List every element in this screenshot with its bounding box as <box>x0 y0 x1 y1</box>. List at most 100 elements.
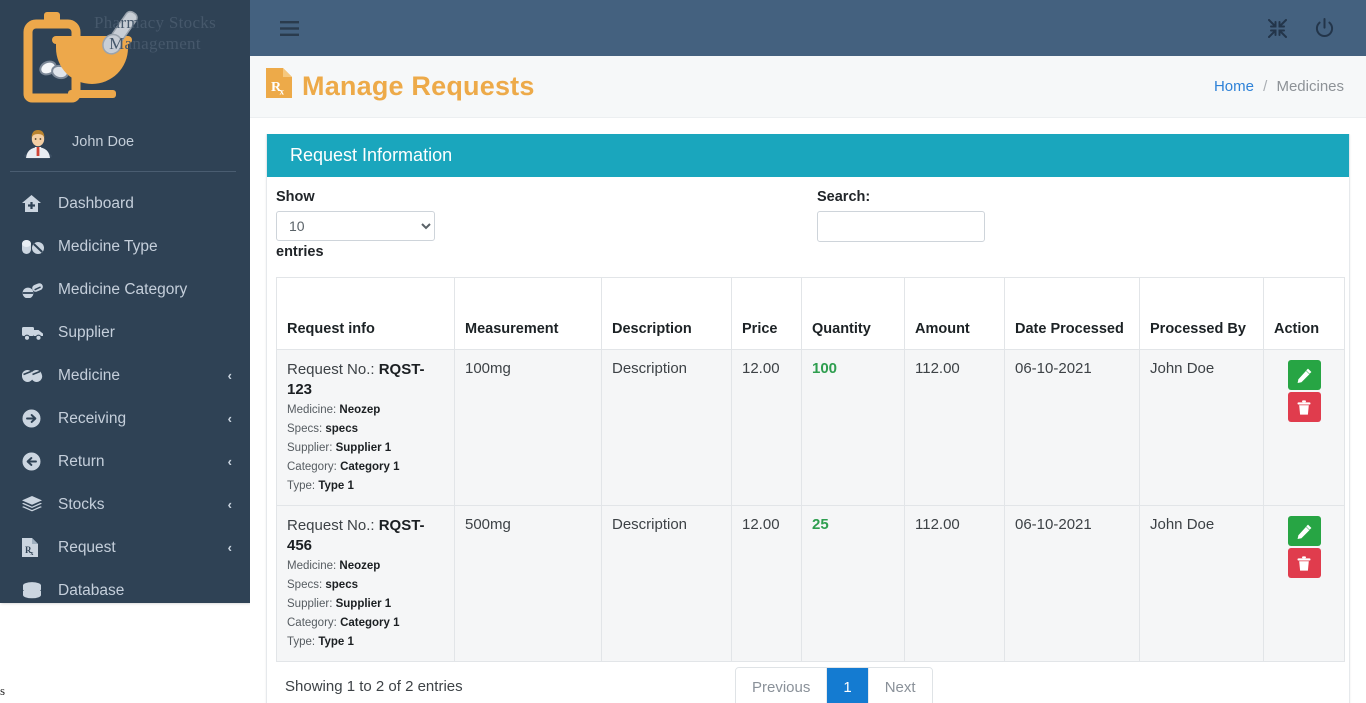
pagination-next[interactable]: Next <box>869 668 932 703</box>
sidebar-item-database[interactable]: Database <box>0 569 250 603</box>
category-line: Category: Category 1 <box>287 614 444 632</box>
page-title: Rx Manage Requests <box>266 68 535 105</box>
request-no-label: Request No.: <box>287 517 375 534</box>
column-header-processed-by[interactable]: Processed By <box>1140 278 1264 350</box>
medicine-line: Medicine: Neozep <box>287 401 444 419</box>
pagination-previous[interactable]: Previous <box>736 668 827 703</box>
topbar <box>250 0 1366 56</box>
delete-button[interactable] <box>1288 548 1321 578</box>
search-input[interactable] <box>817 211 985 242</box>
cell-processed-by: John Doe <box>1140 350 1264 506</box>
column-header-description[interactable]: Description <box>602 278 732 350</box>
breadcrumb: Home / Medicines <box>1214 78 1344 95</box>
category-value: Category 1 <box>340 461 399 473</box>
column-header-action: Action <box>1264 278 1345 350</box>
tablet-pill-icon <box>22 282 48 298</box>
page-root: Pharmacy Stocks Management John Doe <box>0 0 1366 703</box>
page-title-text: Manage Requests <box>302 71 535 102</box>
column-header-amount[interactable]: Amount <box>905 278 1005 350</box>
action-buttons <box>1274 360 1334 422</box>
cell-quantity: 25 <box>802 506 905 662</box>
sidebar-item-label: Database <box>58 582 232 600</box>
cell-request-info: Request No.: RQST-456 Medicine: Neozep S… <box>277 506 455 662</box>
cell-amount: 112.00 <box>905 506 1005 662</box>
sidebar-item-stocks[interactable]: Stocks ‹ <box>0 483 250 526</box>
pagination-page-1[interactable]: 1 <box>827 668 868 703</box>
showing-entries-text: Showing 1 to 2 of 2 entries <box>285 678 463 695</box>
svg-text:x: x <box>30 551 33 557</box>
home-plus-icon <box>22 195 48 212</box>
edit-button[interactable] <box>1288 516 1321 546</box>
sidebar-user-name: John Doe <box>72 134 134 150</box>
quantity-value: 25 <box>812 516 829 533</box>
sidebar-item-request[interactable]: Rx Request ‹ <box>0 526 250 569</box>
delete-button[interactable] <box>1288 392 1321 422</box>
sidebar-nav: Dashboard Medicine Type Medicine Categor… <box>0 172 250 603</box>
pencil-icon <box>1297 368 1312 383</box>
category-label: Category: <box>287 461 337 473</box>
page-length-select[interactable]: 10 25 50 100 <box>276 211 435 241</box>
supplier-value: Supplier 1 <box>336 442 392 454</box>
breadcrumb-home[interactable]: Home <box>1214 78 1254 95</box>
medicine-value: Neozep <box>339 560 380 572</box>
cell-quantity: 100 <box>802 350 905 506</box>
sidebar-item-label: Medicine <box>58 367 228 385</box>
cell-price: 12.00 <box>732 506 802 662</box>
arrow-circle-right-icon <box>22 409 48 428</box>
sidebar-item-medicine-category[interactable]: Medicine Category <box>0 268 250 311</box>
trash-icon <box>1297 556 1311 571</box>
database-icon <box>22 582 48 599</box>
stray-text: s <box>0 683 5 699</box>
sidebar-item-medicine[interactable]: Medicine ‹ <box>0 354 250 397</box>
supplier-line: Supplier: Supplier 1 <box>287 595 444 613</box>
hamburger-icon[interactable] <box>280 21 299 36</box>
column-header-quantity[interactable]: Quantity <box>802 278 905 350</box>
panel-header: Request Information <box>267 134 1349 177</box>
sidebar-item-medicine-type[interactable]: Medicine Type <box>0 225 250 268</box>
trash-icon <box>1297 400 1311 415</box>
cell-amount: 112.00 <box>905 350 1005 506</box>
breadcrumb-separator: / <box>1263 78 1267 95</box>
layers-icon <box>22 496 48 513</box>
column-header-measurement[interactable]: Measurement <box>455 278 602 350</box>
sidebar-item-return[interactable]: Return ‹ <box>0 440 250 483</box>
column-header-request-info[interactable]: Request info <box>277 278 455 350</box>
category-label: Category: <box>287 617 337 629</box>
specs-value: specs <box>325 579 358 591</box>
sidebar-user[interactable]: John Doe <box>0 112 250 172</box>
cell-date-processed: 06-10-2021 <box>1005 350 1140 506</box>
column-header-date-processed[interactable]: Date Processed <box>1005 278 1140 350</box>
svg-text:x: x <box>280 87 285 97</box>
brand-header[interactable]: Pharmacy Stocks Management <box>0 0 250 112</box>
request-no-line: Request No.: RQST-456 <box>287 516 444 556</box>
panel-heading-text: Request Information <box>290 145 452 166</box>
cell-measurement: 100mg <box>455 350 602 506</box>
sidebar-item-label: Receiving <box>58 410 228 428</box>
compress-arrows-icon[interactable] <box>1268 19 1287 38</box>
sidebar-item-supplier[interactable]: Supplier <box>0 311 250 354</box>
type-label: Type: <box>287 636 315 648</box>
sidebar-item-receiving[interactable]: Receiving ‹ <box>0 397 250 440</box>
doctor-avatar <box>22 125 54 159</box>
cell-request-info: Request No.: RQST-123 Medicine: Neozep S… <box>277 350 455 506</box>
entries-label: entries <box>276 244 324 260</box>
search-label: Search: <box>817 189 870 205</box>
power-off-icon[interactable] <box>1315 18 1334 38</box>
medicine-line: Medicine: Neozep <box>287 557 444 575</box>
edit-button[interactable] <box>1288 360 1321 390</box>
cell-description: Description <box>602 350 732 506</box>
medicine-value: Neozep <box>339 404 380 416</box>
sidebar-item-dashboard[interactable]: Dashboard <box>0 182 250 225</box>
request-no-line: Request No.: RQST-123 <box>287 360 444 400</box>
sidebar-item-label: Request <box>58 539 228 557</box>
truck-icon <box>22 325 48 341</box>
pencil-icon <box>1297 524 1312 539</box>
prescription-file-icon: Rx <box>22 538 48 557</box>
table-footer: Showing 1 to 2 of 2 entries Previous 1 N… <box>276 662 1340 703</box>
column-header-price[interactable]: Price <box>732 278 802 350</box>
quantity-value: 100 <box>812 360 837 377</box>
cell-action <box>1264 506 1345 662</box>
sidebar-item-label: Medicine Category <box>58 281 232 299</box>
table-body: Request No.: RQST-123 Medicine: Neozep S… <box>277 350 1345 662</box>
table-row: Request No.: RQST-456 Medicine: Neozep S… <box>277 506 1345 662</box>
